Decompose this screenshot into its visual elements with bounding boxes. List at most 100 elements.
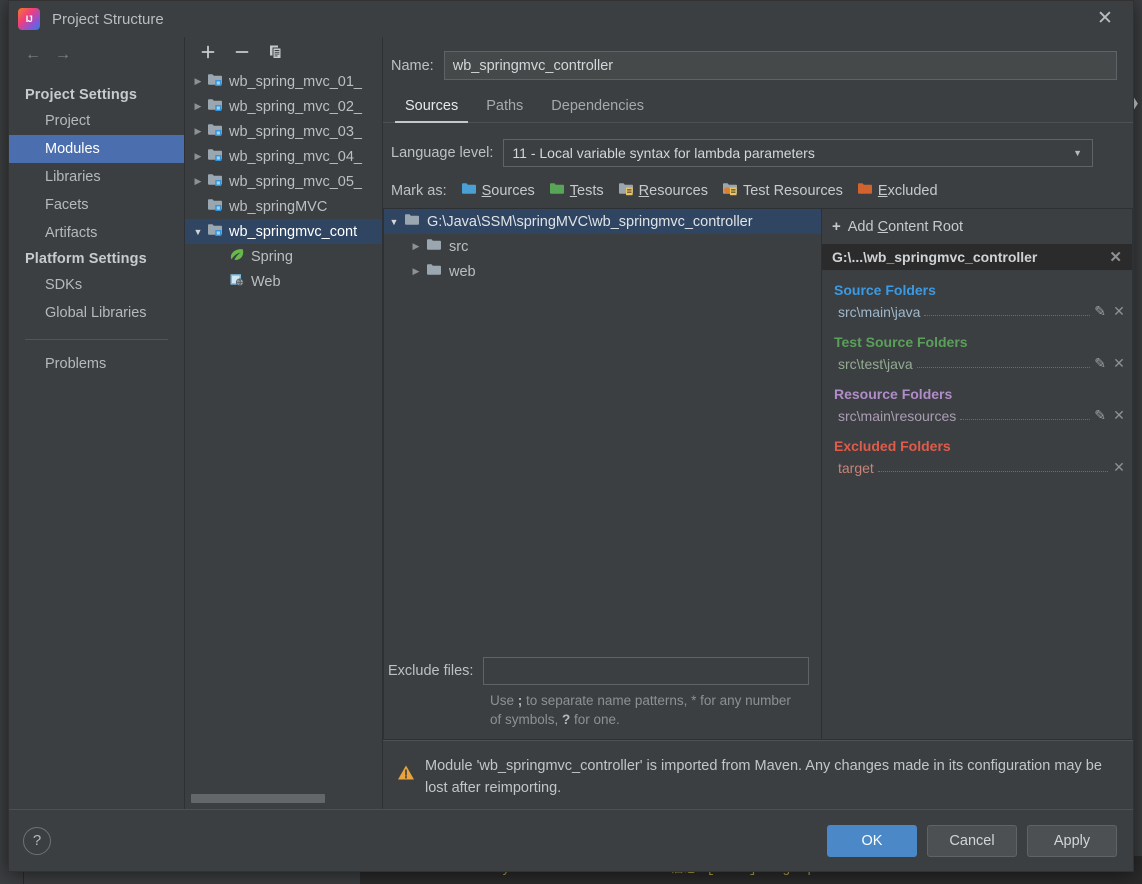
tab-paths[interactable]: Paths	[472, 94, 537, 122]
mark-as-label-text: Excluded	[878, 183, 938, 199]
folder-path-row[interactable]: src\main\java✎✕	[822, 301, 1132, 322]
module-tree-row[interactable]: ▶wb_spring_mvc_04_	[185, 144, 382, 169]
folder-group-title: Resource Folders	[822, 386, 1132, 402]
module-tree-row[interactable]: ▶wb_spring_mvc_02_	[185, 94, 382, 119]
add-content-root-button[interactable]: + Add Content Root	[822, 209, 1132, 244]
folder-group: Excluded Folders target✕	[822, 426, 1132, 478]
mark-as-label-text: Test Resources	[743, 183, 843, 199]
module-tree-row[interactable]: ▶ wb_spring_mvc_01_	[185, 69, 382, 94]
chevron-right-icon[interactable]: ▶	[406, 266, 426, 277]
edit-pencil-icon[interactable]: ✎	[1094, 303, 1106, 320]
chevron-right-icon[interactable]: ▶	[189, 176, 207, 187]
chevron-right-icon[interactable]: ▶	[189, 101, 207, 112]
mark-as-test-resources-button[interactable]: Test Resources	[722, 181, 843, 200]
modules-horizontal-scrollbar[interactable]	[185, 787, 382, 809]
content-root-tree-row[interactable]: ▼ G:\Java\SSM\springMVC\wb_springmvc_cont…	[384, 209, 821, 234]
remove-folder-icon[interactable]: ✕	[1112, 303, 1126, 320]
module-tree-row[interactable]: ▶wb_spring_mvc_05_	[185, 169, 382, 194]
tests-folder-icon	[549, 181, 565, 200]
sidebar-divider	[25, 339, 168, 340]
edit-pencil-icon[interactable]: ✎	[1094, 407, 1106, 424]
content-root-tree-label: G:\Java\SSM\springMVC\wb_springmvc_contr…	[427, 214, 753, 230]
resources-folder-icon	[618, 181, 634, 200]
module-tree-row-label: Web	[251, 274, 281, 290]
remove-folder-icon[interactable]: ✕	[1112, 459, 1126, 476]
sidebar-navigation: ← →	[9, 39, 184, 71]
tab-dependencies[interactable]: Dependencies	[537, 94, 658, 122]
language-level-select[interactable]: 11 - Local variable syntax for lambda pa…	[503, 139, 1093, 167]
content-roots-tree[interactable]: ▼ G:\Java\SSM\springMVC\wb_springmvc_cont…	[384, 209, 821, 649]
add-module-button[interactable]	[199, 43, 217, 61]
chevron-right-icon[interactable]: ▶	[406, 241, 426, 252]
hint-line2-c: for one.	[570, 712, 620, 727]
language-level-row: Language level: 11 - Local variable synt…	[383, 123, 1133, 167]
folder-path-row[interactable]: target✕	[822, 457, 1132, 478]
mark-as-sources-button[interactable]: Sources	[461, 181, 535, 200]
content-roots-pane: ▼ G:\Java\SSM\springMVC\wb_springmvc_cont…	[383, 208, 821, 740]
sidebar-item-libraries[interactable]: Libraries	[9, 163, 184, 191]
module-folder-icon	[207, 197, 225, 216]
chevron-right-icon[interactable]: ▶	[189, 126, 207, 137]
edit-pencil-icon[interactable]: ✎	[1094, 355, 1106, 372]
back-arrow-icon[interactable]: ←	[25, 46, 41, 64]
exclude-files-input[interactable]	[483, 657, 809, 685]
chevron-down-icon[interactable]: ▼	[1073, 148, 1082, 158]
help-button[interactable]: ?	[23, 827, 51, 855]
remove-module-button[interactable]	[233, 43, 251, 61]
apply-button[interactable]: Apply	[1027, 825, 1117, 857]
module-folder-icon	[207, 147, 225, 166]
sidebar-item-artifacts[interactable]: Artifacts	[9, 219, 184, 247]
web-globe-icon	[229, 272, 247, 291]
module-tree-row[interactable]: ▶wb_spring_mvc_03_	[185, 119, 382, 144]
copy-module-button[interactable]	[267, 43, 285, 61]
content-root-tree-row[interactable]: ▶ src	[384, 234, 821, 259]
folder-path-row[interactable]: src\test\java✎✕	[822, 353, 1132, 374]
module-folder-icon	[207, 72, 225, 91]
content-root-tree-row[interactable]: ▶ web	[384, 259, 821, 284]
ok-button[interactable]: OK	[827, 825, 917, 857]
sidebar-item-sdks[interactable]: SDKs	[9, 271, 184, 299]
module-tree-row[interactable]: ▼wb_springmvc_cont	[185, 219, 382, 244]
sidebar-item-problems[interactable]: Problems	[9, 350, 184, 378]
close-icon[interactable]: ✕	[1083, 3, 1127, 35]
module-folder-icon	[207, 222, 225, 241]
remove-folder-icon[interactable]: ✕	[1112, 407, 1126, 424]
sidebar-item-global-libraries[interactable]: Global Libraries	[9, 299, 184, 327]
scrollbar-thumb[interactable]	[191, 794, 325, 803]
warning-text: Module 'wb_springmvc_controller' is impo…	[425, 755, 1113, 799]
background-right-strip	[1134, 0, 1142, 884]
folder-group-title: Excluded Folders	[822, 438, 1132, 454]
exclude-files-row: Exclude files:	[384, 649, 821, 685]
modules-tree[interactable]: ▶wb_spring_mvc_01_▶wb_spring_mvc_02_▶wb_…	[185, 67, 382, 787]
folder-path-label: src\main\resources	[838, 408, 956, 424]
sidebar-item-project[interactable]: Project	[9, 107, 184, 135]
folder-path-row[interactable]: src\main\resources ✎ ✕	[822, 405, 1132, 426]
remove-folder-icon[interactable]: ✕	[1112, 355, 1126, 372]
tab-sources[interactable]: Sources	[391, 94, 472, 122]
sidebar-item-facets[interactable]: Facets	[9, 191, 184, 219]
module-tree-row-label: wb_spring_mvc_01_	[229, 74, 362, 90]
content-root-tree-label: web	[449, 264, 476, 280]
remove-content-root-icon[interactable]: ✕	[1105, 248, 1126, 266]
mark-as-excluded-button[interactable]: Excluded	[857, 181, 938, 200]
cancel-button[interactable]: Cancel	[927, 825, 1017, 857]
chevron-down-icon[interactable]: ▼	[189, 227, 207, 237]
folder-icon	[426, 237, 444, 256]
sidebar-item-modules[interactable]: Modules	[9, 135, 184, 163]
module-name-input[interactable]	[444, 51, 1117, 80]
forward-arrow-icon[interactable]: →	[55, 46, 71, 64]
mark-as-resources-button[interactable]: Resources	[618, 181, 708, 200]
module-tree-row[interactable]: Spring	[185, 244, 382, 269]
chevron-right-icon[interactable]: ▶	[189, 76, 207, 87]
content-root-tree-label: src	[449, 239, 468, 255]
module-tree-row[interactable]: Web	[185, 269, 382, 294]
module-folder-icon	[207, 172, 225, 191]
sidebar-list: Project SettingsProjectModulesLibrariesF…	[9, 83, 184, 378]
chevron-down-icon[interactable]: ▼	[384, 217, 404, 227]
add-root-mnemonic: C	[878, 219, 888, 235]
folder-icon	[404, 212, 422, 231]
module-tree-row[interactable]: wb_springMVC	[185, 194, 382, 219]
folder-group: Source Folderssrc\main\java✎✕	[822, 270, 1132, 322]
chevron-right-icon[interactable]: ▶	[189, 151, 207, 162]
mark-as-tests-button[interactable]: Tests	[549, 181, 604, 200]
